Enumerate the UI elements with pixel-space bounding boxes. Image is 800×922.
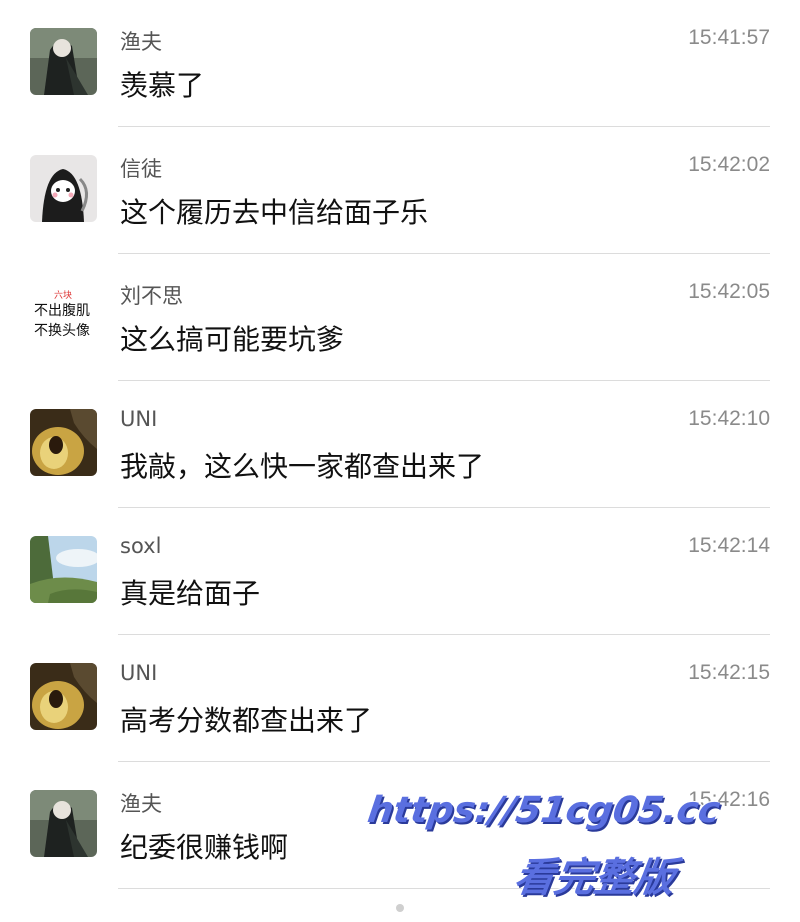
sender-name[interactable]: 渔夫: [120, 26, 162, 56]
sender-name[interactable]: 信徒: [120, 153, 162, 183]
timestamp: 15:42:14: [688, 534, 770, 557]
avatar-text-line2: 不换头像: [34, 323, 90, 339]
avatar[interactable]: [30, 155, 97, 222]
chat-message: UNI 15:42:10 我敲，这么快一家都查出来了: [0, 381, 800, 508]
sender-name[interactable]: 刘不思: [120, 280, 183, 310]
sender-name[interactable]: UNI: [120, 661, 157, 685]
avatar[interactable]: [30, 536, 97, 603]
message-text[interactable]: 纪委很赚钱啊: [120, 826, 288, 866]
message-text[interactable]: 羡慕了: [120, 64, 204, 104]
sender-name[interactable]: 渔夫: [120, 788, 162, 818]
avatar[interactable]: [30, 663, 97, 730]
avatar[interactable]: [30, 790, 97, 857]
timestamp: 15:42:15: [688, 661, 770, 684]
watermark-url: https://51cg05.cc: [365, 790, 723, 831]
timestamp: 15:42:10: [688, 407, 770, 430]
message-text[interactable]: 高考分数都查出来了: [120, 699, 372, 739]
message-text[interactable]: 这个履历去中信给面子乐: [120, 191, 428, 231]
timestamp: 15:42:05: [688, 280, 770, 303]
timestamp: 15:42:02: [688, 153, 770, 176]
message-text[interactable]: 这么搞可能要坑爹: [120, 318, 344, 358]
chat-message: soxl 15:42:14 真是给面子: [0, 508, 800, 635]
watermark-label: 看完整版: [511, 855, 678, 901]
chat-message: UNI 15:42:15 高考分数都查出来了: [0, 635, 800, 762]
sender-name[interactable]: UNI: [120, 407, 157, 431]
chat-message: 渔夫 15:41:57 羡慕了: [0, 0, 800, 127]
message-text[interactable]: 真是给面子: [120, 572, 260, 612]
chat-message: 六块 不出腹肌 不换头像 刘不思 15:42:05 这么搞可能要坑爹: [0, 254, 800, 381]
avatar-text-line1: 不出腹肌: [34, 303, 90, 319]
chat-message: 信徒 15:42:02 这个履历去中信给面子乐: [0, 127, 800, 254]
avatar[interactable]: 六块 不出腹肌 不换头像: [30, 282, 97, 349]
avatar[interactable]: [30, 409, 97, 476]
page-indicator-dot: [396, 904, 404, 912]
sender-name[interactable]: soxl: [120, 534, 161, 558]
message-text[interactable]: 我敲，这么快一家都查出来了: [120, 445, 484, 485]
avatar[interactable]: [30, 28, 97, 95]
timestamp: 15:41:57: [688, 26, 770, 49]
